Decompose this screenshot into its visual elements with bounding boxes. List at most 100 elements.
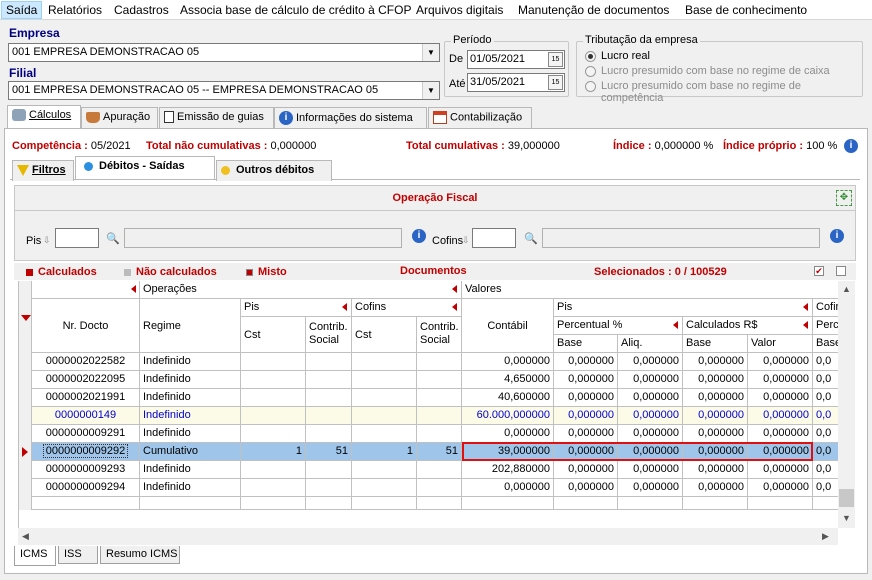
horizontal-scrollbar[interactable]: ◀ ▶ xyxy=(18,528,838,545)
header-aliq[interactable]: Aliq. xyxy=(618,335,683,353)
tab-resumo-icms[interactable]: Resumo ICMS xyxy=(100,546,180,564)
table-cell-v2: 0,000000 xyxy=(748,389,813,407)
info-icon[interactable]: i xyxy=(830,229,844,243)
table-cell-b2: 0,000000 xyxy=(683,407,748,425)
cell-value: Indefinido xyxy=(143,355,191,367)
tab-icms[interactable]: ICMS xyxy=(14,546,56,566)
table-cell-contabil: 202,880000 xyxy=(462,461,554,479)
table-cell-doc: 0000002022095 xyxy=(32,371,140,389)
tab-contabilizacao[interactable]: Contabilização xyxy=(428,107,532,128)
header-pis-cst[interactable]: Cst xyxy=(241,317,306,353)
chevron-down-icon[interactable]: ▼ xyxy=(422,82,439,99)
info-icon[interactable]: i xyxy=(844,139,858,153)
table-cell-a1: 0,000000 xyxy=(618,389,683,407)
menu-bar: Saída Relatórios Cadastros Associa base … xyxy=(0,0,872,20)
table-cell-cof-cst xyxy=(352,461,417,479)
menu-relatorios[interactable]: Relatórios xyxy=(48,3,102,17)
header-regime[interactable]: Regime xyxy=(140,299,241,353)
header-nr-docto[interactable]: Nr. Docto xyxy=(32,299,140,353)
table-cell-b1: 0,000000 xyxy=(554,461,618,479)
header-base-2[interactable]: Base xyxy=(683,335,748,353)
tab-calculos[interactable]: Cálculos xyxy=(7,105,81,128)
cell-value: 51 xyxy=(445,445,458,457)
table-cell-pis-cst xyxy=(241,425,306,443)
scroll-left-icon[interactable]: ◀ xyxy=(22,531,29,542)
radio-lucro-presumido-caixa[interactable] xyxy=(585,66,596,77)
pis-code-input[interactable] xyxy=(55,228,99,248)
binoculars-icon[interactable]: 🔍 xyxy=(524,232,538,245)
table-cell-contabil: 0,000000 xyxy=(462,353,554,371)
table-cell-pis-cst xyxy=(241,353,306,371)
arrow-left-icon[interactable] xyxy=(452,303,457,311)
table-cell-doc: 0000000009292 xyxy=(32,443,140,461)
tab-filtros[interactable]: Filtros xyxy=(12,160,74,181)
select-all-checkbox[interactable]: ✔ xyxy=(814,266,824,276)
arrow-left-icon[interactable] xyxy=(452,285,457,293)
menu-base-conhecimento[interactable]: Base de conhecimento xyxy=(685,3,807,17)
calendar-icon[interactable]: 15 xyxy=(548,52,563,67)
info-icon: i xyxy=(279,111,293,125)
scroll-thumb[interactable] xyxy=(839,489,854,507)
square-red-icon xyxy=(26,268,33,276)
document-icon xyxy=(164,111,174,124)
scroll-down-icon[interactable]: ▼ xyxy=(842,513,851,523)
table-cell-cof-cst xyxy=(352,353,417,371)
tab-informacoes-sistema[interactable]: i Informações do sistema xyxy=(274,107,427,128)
tab-apuracao[interactable]: Apuração xyxy=(81,107,158,128)
header-cofins-contrib[interactable]: Contrib. Social xyxy=(417,317,462,353)
legend-calculados-label: Calculados xyxy=(38,266,97,278)
table-cell-cof-cs xyxy=(417,479,462,497)
tab-outros-debitos[interactable]: Outros débitos xyxy=(216,160,332,181)
tab-emissao-guias[interactable]: Emissão de guias xyxy=(159,107,274,128)
radio-lucro-real[interactable] xyxy=(585,51,596,62)
cofins-code-input[interactable] xyxy=(472,228,516,248)
arrow-left-icon[interactable] xyxy=(803,303,808,311)
arrow-left-icon[interactable] xyxy=(131,285,136,294)
cell-value: Indefinido xyxy=(143,427,191,439)
radio-lucro-presumido-competencia[interactable] xyxy=(585,81,596,92)
chevron-down-icon[interactable]: ▼ xyxy=(422,44,439,61)
header-valor[interactable]: Valor xyxy=(748,335,813,353)
arrow-left-icon[interactable] xyxy=(673,321,678,329)
scroll-up-icon[interactable]: ▲ xyxy=(842,284,851,294)
menu-cadastros[interactable]: Cadastros xyxy=(114,3,169,17)
table-cell-cof-cs xyxy=(417,389,462,407)
arrow-left-icon[interactable] xyxy=(803,321,808,329)
table-cell-b1: 0,000000 xyxy=(554,425,618,443)
scroll-right-icon[interactable]: ▶ xyxy=(822,531,829,542)
vertical-scrollbar[interactable]: ▲ ▼ xyxy=(838,281,855,528)
tab-debitos-saidas[interactable]: Débitos - Saídas xyxy=(75,156,215,179)
tab-iss[interactable]: ISS xyxy=(58,546,98,564)
filial-combo[interactable]: 001 EMPRESA DEMONSTRACAO 05 -- EMPRESA D… xyxy=(8,81,440,100)
calendar-icon[interactable]: 15 xyxy=(548,75,563,90)
menu-associa-base[interactable]: Associa base de cálculo de crédito à CFO… xyxy=(180,3,411,17)
empty-cell xyxy=(748,497,813,510)
header-perc-trunc: Perc xyxy=(813,317,838,335)
cell-value: 0,000000 xyxy=(698,481,744,493)
header-base-3[interactable]: Base xyxy=(813,335,838,353)
info-icon[interactable]: i xyxy=(412,229,426,243)
table-cell-doc: 0000000149 xyxy=(32,407,140,425)
cell-value: 0,000000 xyxy=(568,427,614,439)
binoculars-icon[interactable]: 🔍 xyxy=(106,232,120,245)
cell-value: 0,000000 xyxy=(763,481,809,493)
header-base-1[interactable]: Base xyxy=(554,335,618,353)
date-ate-field[interactable]: 31/05/2021 15 xyxy=(467,73,565,92)
table-cell-contabil: 0,000000 xyxy=(462,479,554,497)
table-cell-cof-cs xyxy=(417,461,462,479)
date-de-field[interactable]: 01/05/2021 15 xyxy=(467,50,565,69)
arrow-left-icon[interactable] xyxy=(342,303,347,311)
empresa-combo[interactable]: 001 EMPRESA DEMONSTRACAO 05 ▼ xyxy=(8,43,440,62)
legend-calculados: Calculados xyxy=(26,266,97,278)
deselect-all-checkbox[interactable] xyxy=(836,266,846,276)
menu-manutencao-documentos[interactable]: Manutenção de documentos xyxy=(518,3,669,17)
cell-value: 0,000000 xyxy=(763,355,809,367)
expand-icon[interactable]: ✥ xyxy=(836,190,852,206)
header-contabil[interactable]: Contábil xyxy=(462,299,554,353)
header-cofins-cst[interactable]: Cst xyxy=(352,317,417,353)
menu-arquivos-digitais[interactable]: Arquivos digitais xyxy=(416,3,503,17)
menu-saida[interactable]: Saída xyxy=(1,1,43,19)
empty-cell xyxy=(32,497,140,510)
sort-down-icon[interactable] xyxy=(21,315,31,321)
header-pis-contrib[interactable]: Contrib. Social xyxy=(306,317,352,353)
